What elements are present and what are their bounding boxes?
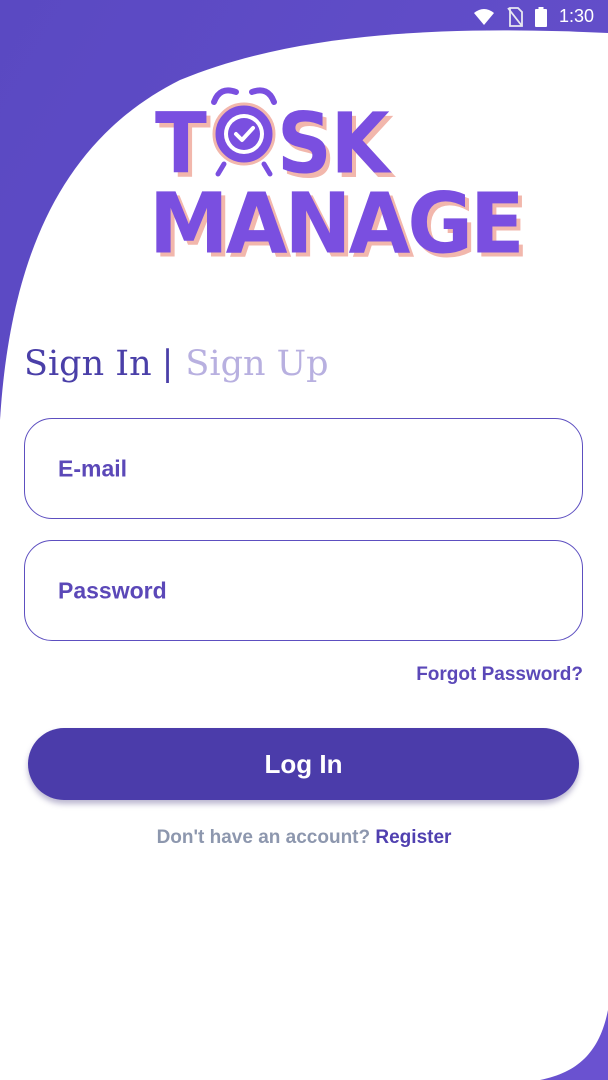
email-placeholder: E-mail bbox=[58, 455, 128, 481]
tab-separator: | bbox=[161, 344, 174, 384]
password-field[interactable]: Password bbox=[24, 540, 583, 641]
auth-tabs: Sign In | Sign Up bbox=[24, 344, 329, 384]
alarm-clock-check-icon bbox=[211, 87, 277, 177]
logo-letter-t: T bbox=[155, 94, 207, 193]
no-account-text: Don't have an account? bbox=[156, 827, 371, 848]
tab-sign-up[interactable]: Sign Up bbox=[185, 344, 328, 384]
status-time: 1:30 bbox=[558, 6, 594, 26]
wifi-icon bbox=[473, 8, 494, 25]
register-prompt: Don't have an account? Register bbox=[0, 827, 608, 849]
no-sim-icon bbox=[507, 6, 523, 27]
battery-icon bbox=[534, 6, 547, 27]
email-field[interactable]: E-mail bbox=[24, 418, 583, 519]
app-logo: T SK MANAGE bbox=[145, 80, 525, 270]
forgot-password-link[interactable]: Forgot Password? bbox=[416, 664, 583, 686]
login-button-label: Log In bbox=[264, 748, 343, 779]
register-link[interactable]: Register bbox=[375, 827, 451, 848]
status-bar: 1:30 bbox=[0, 0, 608, 33]
tab-sign-in[interactable]: Sign In bbox=[24, 344, 152, 384]
logo-word-manage: MANAGE bbox=[149, 174, 525, 273]
logo-letters-sk: SK bbox=[277, 94, 390, 193]
password-placeholder: Password bbox=[58, 577, 167, 603]
login-button[interactable]: Log In bbox=[28, 728, 579, 800]
